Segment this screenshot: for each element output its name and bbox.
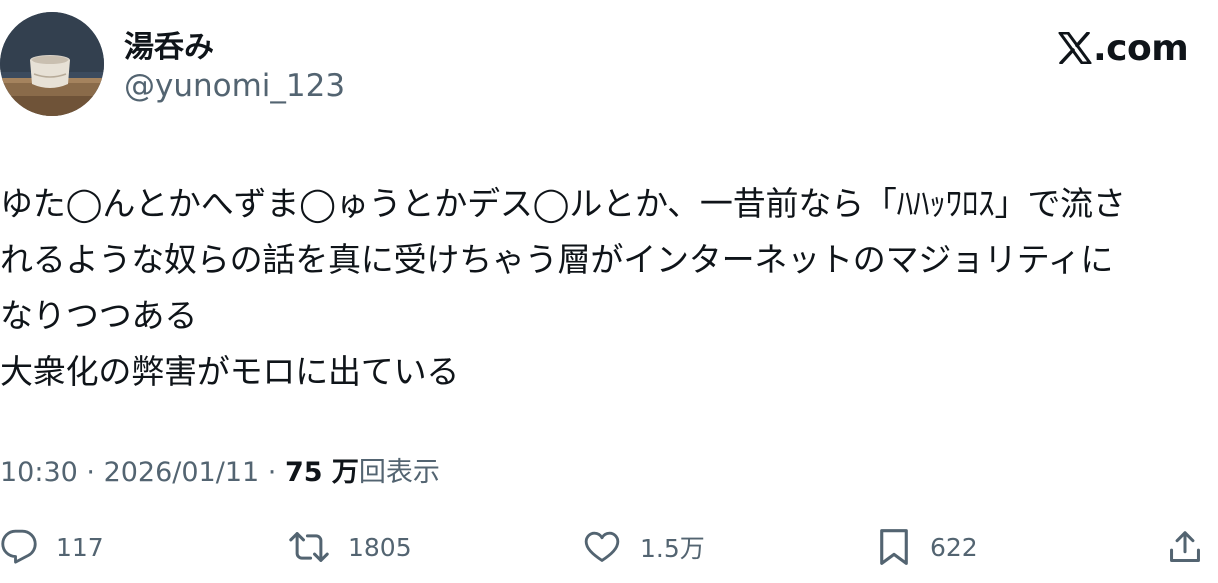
bookmark-count: 622 — [930, 532, 978, 562]
avatar[interactable] — [0, 12, 104, 116]
share-button[interactable] — [1166, 522, 1204, 572]
x-logo-icon — [1058, 32, 1092, 64]
reply-button[interactable]: 117 — [0, 522, 104, 572]
views-label: 回表示 — [358, 457, 440, 488]
tweet-line: れるような奴らの話を真に受けちゃう層がインターネットのマジョリティに — [0, 240, 1114, 279]
bookmark-button[interactable]: 622 — [876, 522, 978, 572]
retweet-count: 1805 — [348, 532, 412, 562]
tweet-meta: 10:30 · 2026/01/11 · 75 万回表示 — [0, 450, 440, 489]
retweet-icon — [289, 532, 329, 562]
user-handle[interactable]: @yunomi_123 — [124, 68, 345, 104]
reply-icon — [1, 529, 37, 564]
display-name[interactable]: 湯呑み — [124, 22, 214, 66]
tweet-line: なりつつある — [0, 296, 198, 335]
meta-separator: · — [77, 457, 104, 488]
reply-count: 117 — [56, 532, 104, 562]
tweet-text: ゆた◯んとかへずま◯ゅうとかデス◯ルとか、一昔前なら「ﾊﾊｯﾜﾛｽ」で流さ れる… — [0, 176, 1216, 400]
like-count: 1.5万 — [640, 534, 705, 563]
tweet-time[interactable]: 10:30 — [0, 457, 78, 488]
tweet-date[interactable]: 2026/01/11 — [104, 457, 260, 488]
yunomi-cup-photo — [0, 12, 104, 116]
heart-icon — [584, 531, 620, 562]
bookmark-icon — [880, 529, 908, 565]
x-logo-domain: .com — [1093, 27, 1189, 69]
action-bar: 117 1805 1.5万 622 — [0, 522, 1218, 572]
retweet-button[interactable]: 1805 — [288, 522, 412, 572]
meta-separator: · — [259, 457, 285, 488]
x-com-logo[interactable]: .com — [1058, 26, 1189, 70]
views-count: 75 万 — [284, 457, 359, 488]
tweet-line: ゆた◯んとかへずま◯ゅうとかデス◯ルとか、一昔前なら「ﾊﾊｯﾜﾛｽ」で流さ — [0, 184, 1126, 223]
like-button[interactable]: 1.5万 — [582, 522, 705, 572]
tweet-line: 大衆化の弊害がモロに出ている — [0, 352, 460, 391]
share-icon — [1170, 531, 1200, 562]
